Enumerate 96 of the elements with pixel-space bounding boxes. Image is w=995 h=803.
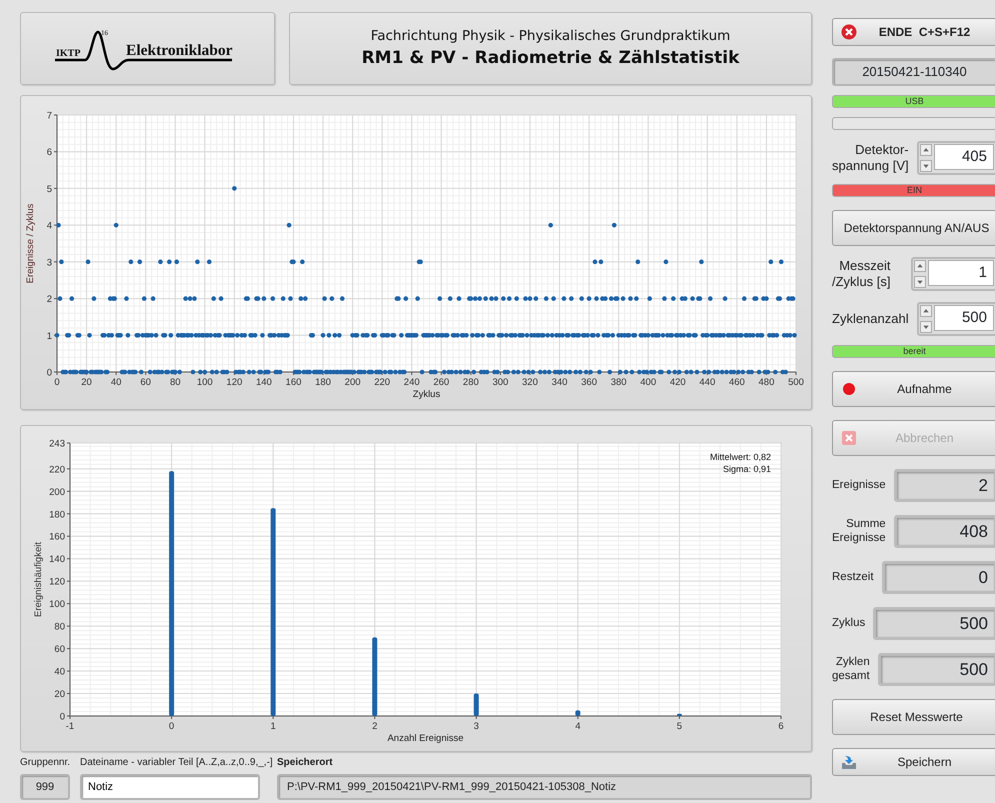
status-bar-indicator: bereit [832,345,995,358]
tick-label: 80 [170,377,181,388]
tick-label: 360 [581,377,597,388]
tick-label: -1 [66,721,74,732]
field-label: Zyklus [832,616,866,630]
timestamp-display: 20150421-110340 [832,58,995,86]
tick-label: 140 [49,554,65,566]
annotation-text: Mittelwert: 0,82 [710,452,771,462]
tick-label: 220 [49,464,65,476]
logo-text: Elektroniklabor [126,42,233,59]
tick-label: 180 [315,377,331,388]
tick-label: 180 [49,509,65,520]
tick-label: 5 [676,721,682,732]
tick-label: 120 [49,576,65,588]
tick-label: 420 [670,377,686,388]
field-label: Messzeit /Zyklus [s] [832,258,891,290]
tick-label: 40 [54,666,65,678]
value-display: 408 [894,515,995,548]
tick-label: 460 [728,377,745,388]
tick-label: 480 [758,377,774,388]
axis-title: Anzahl Ereignisse [387,733,464,744]
annotation-text: Sigma: 0,91 [722,464,771,474]
tick-label: 60 [140,377,151,388]
tick-label: 160 [286,377,302,388]
tick-label: 280 [462,377,479,388]
tick-label: 80 [54,622,65,633]
tick-label: 7 [46,110,52,122]
tick-label: 300 [492,377,508,388]
tick-label: 60 [54,644,65,656]
logo-text: IKTP [56,48,80,59]
status-bar-indicator: EIN [832,184,995,197]
button[interactable]: Reset Messwerte [832,699,995,735]
field-label: Speicherort [277,756,334,770]
tick-label: 200 [49,486,65,498]
tick-label: 2 [46,294,52,306]
field-label: Zyklen gesamt [832,656,870,684]
number-field[interactable]: 1 [928,260,994,286]
tick-label: 6 [46,147,52,158]
tick-label: 0 [46,368,52,378]
tick-label: 260 [433,377,450,388]
button[interactable]: Aufnahme [832,371,995,407]
tick-label: 380 [610,377,627,388]
main-title: RM1 & PV - Radiometrie & Zählstatistik [362,46,740,70]
tick-label: 3 [46,257,52,268]
tick-label: 20 [54,689,65,700]
value-display: 2 [894,469,995,502]
axis-title: Ereignisse / Zyklus [25,204,36,284]
tick-label: 220 [374,377,390,388]
group-number-display: 999 [20,774,70,800]
tick-label: 6 [778,721,784,732]
filename-field[interactable]: Notiz [80,774,260,800]
tick-label: 4 [46,220,52,232]
tick-label: 340 [552,377,568,388]
status-bar-indicator: USB [832,95,995,108]
tick-label: 20 [81,377,92,388]
field-label: Ereignisse [832,478,886,492]
value-display: 500 [873,607,995,640]
tick-label: 120 [226,377,242,388]
tick-label: 140 [256,377,272,388]
tick-label: 400 [640,377,656,388]
number-field[interactable]: 405 [934,144,994,170]
axis-title: Ereignishäufigkeit [33,542,44,617]
field-label: Detektor- spannung [V] [832,142,909,174]
tick-label: 0 [60,712,65,722]
tick-label: 160 [49,532,65,543]
tick-label: 1 [46,330,52,342]
path-display: P:\PV-RM1_999_20150421\PV-RM1_999_20150421-105308_Notiz [277,774,812,800]
button[interactable]: ENDE C+S+F12 [832,18,995,46]
tick-label: 5 [46,184,52,195]
tick-label: 320 [522,377,538,388]
button[interactable]: Speichern [832,748,995,776]
tick-label: 100 [196,377,213,388]
tick-label: 243 [49,438,65,450]
tick-label: 3 [474,721,479,732]
tick-label: 240 [404,377,420,388]
subtitle: Fachrichtung Physik - Physikalisches Grundpraktikum [370,26,730,46]
value-display: 500 [878,653,995,686]
tick-label: 4 [575,721,580,732]
field-label: Zyklenanzahl [832,311,909,327]
field-label: Restzeit [832,570,874,584]
tick-label: 100 [49,599,65,610]
tick-label: 40 [110,377,122,388]
number-field[interactable]: 500 [934,305,994,331]
tick-label: 500 [788,377,804,388]
field-label: Summe Ereignisse [832,518,886,546]
tick-label: 2 [372,721,378,732]
axis-title: Zyklus [412,389,440,400]
tick-label: 200 [344,377,361,388]
field-label: Dateiname - variabler Teil [A..Z,a..z,0..9,_,-] [80,756,274,770]
field-label: Gruppennr. [20,756,72,770]
tick-label: 1 [270,721,276,732]
tick-label: 0 [168,721,174,732]
tick-label: 0 [54,377,60,388]
button[interactable]: Detektorspannung AN/AUS [832,210,995,246]
tick-label: 440 [699,377,716,388]
value-display: 0 [882,561,995,594]
